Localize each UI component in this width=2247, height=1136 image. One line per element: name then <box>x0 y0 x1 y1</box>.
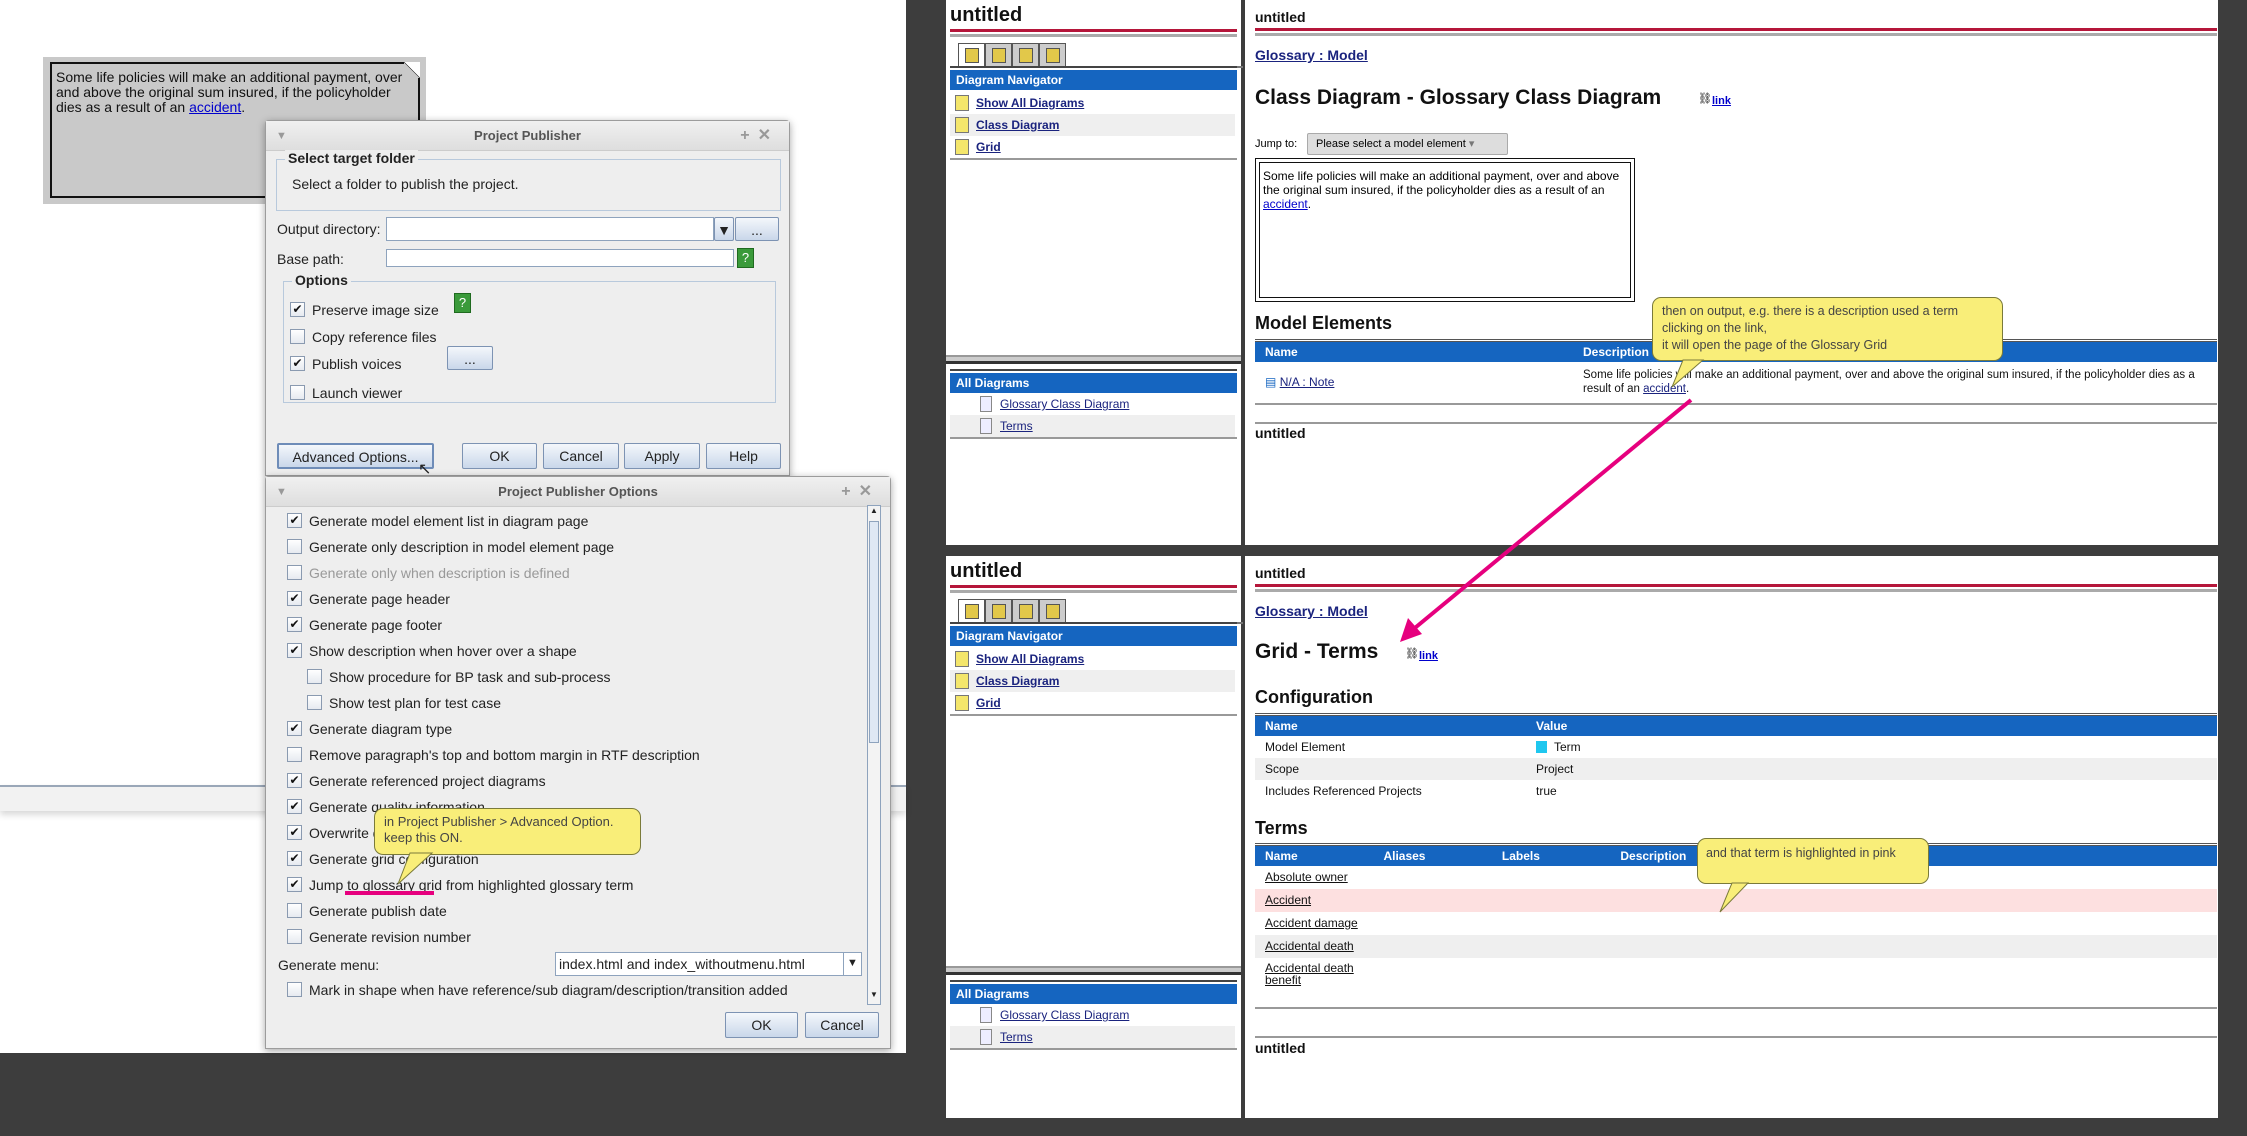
diagram-icon <box>955 673 969 689</box>
chain-link-icon: ⛓ <box>1698 93 1712 105</box>
nav-tab-3[interactable] <box>1012 43 1039 68</box>
all-diagrams-item[interactable]: Glossary Class Diagram <box>950 393 1235 415</box>
config-row: Scope Project <box>1255 757 2217 780</box>
chain-link-icon: ⛓ <box>1405 648 1419 660</box>
diagram-icon <box>955 651 969 667</box>
page-icon <box>980 1007 992 1023</box>
folder-icon <box>992 48 1006 63</box>
annotation-callout-output: then on output, e.g. there is a descript… <box>1652 297 2003 361</box>
annotation-underline <box>345 891 434 895</box>
config-row: Model Element Term <box>1265 739 1581 754</box>
nav-tab-4[interactable] <box>1039 43 1066 68</box>
term-row: Accidental death benefit <box>1265 960 1354 987</box>
configuration-heading: Configuration <box>1255 687 1373 707</box>
all-diagrams-item[interactable]: Terms <box>950 1026 1235 1048</box>
callout-pointer <box>1719 882 1750 913</box>
nav-item[interactable]: Class Diagram <box>950 114 1235 136</box>
chevron-down-icon: ▾ <box>1468 138 1475 150</box>
web-navigation-panel: untitled Diagram Navigator Show All Diag… <box>946 556 1243 1118</box>
page-title: Class Diagram - Glossary Class Diagram <box>1255 86 1662 109</box>
navigator-tabs <box>958 43 1243 68</box>
nav-tab-3[interactable] <box>1012 599 1039 624</box>
folder-icon <box>1046 604 1060 619</box>
table-row: ▤ N/A : Note Some life policies will make… <box>1265 368 2195 395</box>
diagram-navigator-header: Diagram Navigator <box>950 68 1237 90</box>
all-diagrams-item[interactable]: Terms <box>950 415 1235 437</box>
nav-tab-4[interactable] <box>1039 599 1066 624</box>
diagram-icon <box>955 117 969 133</box>
nav-tab-1[interactable] <box>958 599 985 624</box>
callout-pointer <box>345 852 434 895</box>
nav-tab-1[interactable] <box>958 43 985 68</box>
breadcrumb-link[interactable]: Glossary : Model <box>1255 47 1368 63</box>
annotation-callout-pink: and that term is highlighted in pink <box>1697 838 1929 884</box>
page-footer: untitled <box>1255 425 1306 441</box>
navigator-tabs <box>958 599 1243 624</box>
nav-item[interactable]: Grid <box>950 136 1235 158</box>
folder-icon <box>965 48 979 63</box>
site-title: untitled <box>950 4 1023 26</box>
page-icon <box>980 396 992 412</box>
site-title: untitled <box>950 560 1023 582</box>
all-diagrams-item[interactable]: Glossary Class Diagram <box>950 1004 1235 1026</box>
jump-to-select[interactable]: Please select a model element ▾ <box>1307 133 1508 155</box>
folder-icon <box>1019 604 1033 619</box>
diagram-icon <box>955 95 969 111</box>
term-icon <box>1536 741 1547 754</box>
nav-tab-2[interactable] <box>985 599 1012 624</box>
folder-icon <box>992 604 1006 619</box>
note-accident-link[interactable]: accident <box>1263 197 1308 211</box>
diagram-image[interactable]: Some life policies will make an addition… <box>1255 158 1635 302</box>
web-main-grid-terms: untitled Glossary : Model Grid - Terms ⛓… <box>1245 556 2218 1118</box>
nav-tab-2[interactable] <box>985 43 1012 68</box>
web-main-class-diagram: untitled Glossary : Model Class Diagram … <box>1245 0 2218 545</box>
permalink[interactable]: link <box>1712 95 1731 107</box>
diagram-navigator-header: Diagram Navigator <box>950 624 1237 646</box>
page-icon <box>980 1029 992 1045</box>
folder-icon <box>1019 48 1033 63</box>
page-icon <box>980 418 992 434</box>
config-row: Includes Referenced Projects true <box>1265 783 1557 798</box>
page-title: Grid - Terms <box>1255 640 1379 663</box>
folder-icon <box>1046 48 1060 63</box>
web-navigation-panel: untitled Diagram Navigator Show All Diag… <box>946 0 1243 545</box>
note-icon: ▤ <box>1265 374 1277 389</box>
diagram-icon <box>955 139 969 155</box>
callout-pointer <box>1671 359 1705 388</box>
page-header-title: untitled <box>1255 565 1306 581</box>
all-diagrams-header: All Diagrams <box>950 371 1237 393</box>
page-footer: untitled <box>1255 1040 1306 1056</box>
page-header-title: untitled <box>1255 9 1306 25</box>
nav-item[interactable]: Class Diagram <box>950 670 1235 692</box>
nav-item[interactable]: Show All Diagrams <box>950 648 1235 670</box>
permalink[interactable]: link <box>1419 650 1438 662</box>
nav-item[interactable]: Show All Diagrams <box>950 92 1235 114</box>
configuration-table: Name Value Model Element Term Scope Project I… <box>1255 713 2217 802</box>
all-diagrams-header: All Diagrams <box>950 982 1237 1004</box>
diagram-icon <box>955 695 969 711</box>
nav-item[interactable]: Grid <box>950 692 1235 714</box>
model-elements-heading: Model Elements <box>1255 313 1393 333</box>
folder-icon <box>965 604 979 619</box>
panel-splitter[interactable] <box>946 355 1241 364</box>
terms-heading: Terms <box>1255 818 1308 838</box>
breadcrumb-link[interactable]: Glossary : Model <box>1255 603 1368 619</box>
panel-splitter[interactable] <box>946 966 1241 975</box>
